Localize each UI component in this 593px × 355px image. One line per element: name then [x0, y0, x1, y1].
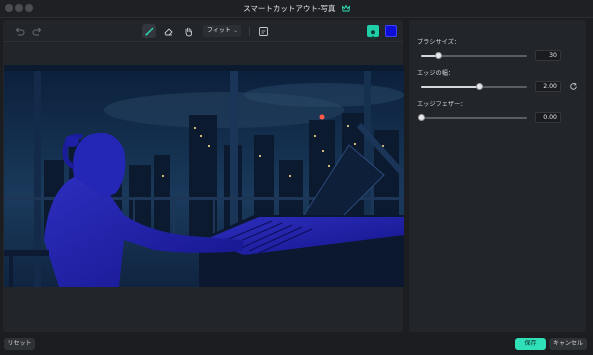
canvas-toolbar: フィット ⌄: [3, 20, 403, 42]
hand-tool-icon[interactable]: [181, 24, 195, 38]
person-mode-icon[interactable]: [367, 25, 379, 39]
chevron-down-icon: ⌄: [233, 28, 238, 34]
compare-preview-icon[interactable]: [256, 24, 270, 38]
edge-width-slider[interactable]: [421, 83, 527, 90]
edge-width-slider-fill: [421, 86, 479, 88]
edge-feather-slider-knob[interactable]: [418, 114, 425, 121]
cancel-button[interactable]: キャンセル: [549, 338, 587, 350]
window-title: スマートカットアウト-写真: [0, 3, 593, 14]
brush-size-value[interactable]: 30: [535, 50, 561, 61]
save-button[interactable]: 保存: [515, 338, 546, 350]
reset-button[interactable]: リセット: [4, 338, 35, 350]
edge-feather-value[interactable]: 0.00: [535, 112, 561, 123]
zoom-fit-label: フィット: [207, 27, 231, 34]
crown-icon: [341, 5, 350, 12]
brush-size-slider-knob[interactable]: [435, 52, 442, 59]
brush-size-slider[interactable]: [421, 52, 527, 59]
edge-width-value[interactable]: 2.00: [535, 81, 561, 92]
window-title-text: スマートカットアウト-写真: [243, 4, 336, 13]
eraser-tool-icon[interactable]: [161, 24, 175, 38]
image-preview[interactable]: [4, 65, 404, 287]
zoom-fit-select[interactable]: フィット ⌄: [203, 25, 241, 37]
preview-image: [4, 65, 404, 287]
edge-feather-slider[interactable]: [418, 114, 527, 121]
settings-panel: ブラシサイズ： 30 エッジの幅： 2.00 エッジフェザー： 0.00: [409, 20, 586, 332]
brush-tool-icon[interactable]: [142, 24, 156, 38]
edge-width-slider-knob[interactable]: [476, 83, 483, 90]
undo-icon[interactable]: [12, 24, 26, 38]
edge-width-label: エッジの幅：: [417, 70, 455, 77]
redo-icon[interactable]: [30, 24, 44, 38]
title-bar: スマートカットアウト-写真: [0, 0, 593, 18]
brush-size-label: ブラシサイズ：: [417, 39, 461, 46]
canvas-panel: フィット ⌄: [3, 20, 404, 332]
reset-edge-width-icon[interactable]: [569, 82, 578, 91]
toolbar-divider: [249, 27, 250, 36]
edge-feather-label: エッジフェザー：: [417, 101, 467, 108]
overlay-color-swatch[interactable]: [385, 25, 397, 37]
